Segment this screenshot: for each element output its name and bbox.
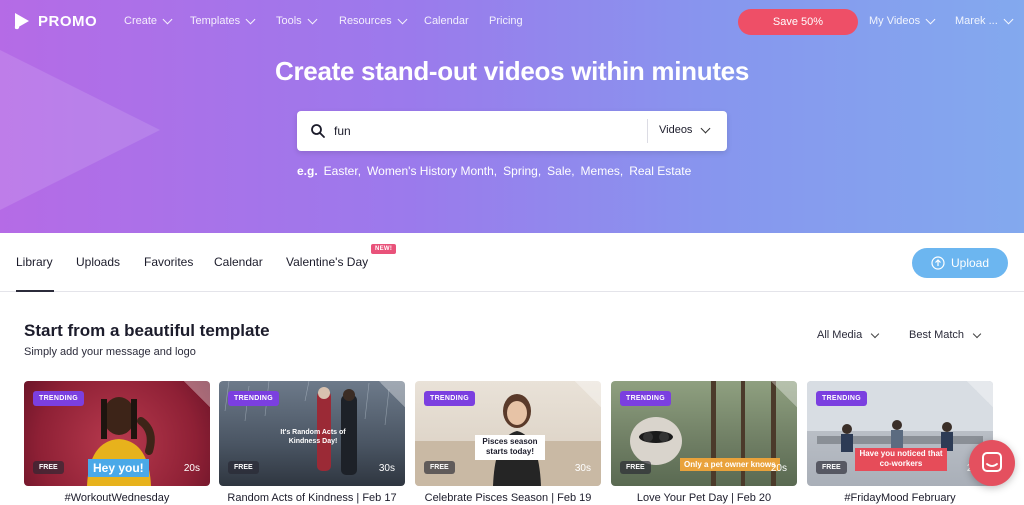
card-title[interactable]: #FridayMood February — [807, 492, 993, 504]
search-type-label: Videos — [659, 124, 693, 136]
template-card-friday[interactable]: TRENDING Have you noticed that co-worker… — [807, 381, 993, 486]
duration-label: 30s — [378, 463, 395, 474]
tab-favorites[interactable]: Favorites — [144, 255, 193, 269]
tab-valentines-day[interactable]: Valentine's Day — [286, 255, 368, 269]
brand-name: PROMO — [38, 12, 98, 30]
new-badge: NEW! — [371, 244, 397, 254]
my-videos-label: My Videos — [869, 15, 921, 27]
example-link[interactable]: Women's History Month, — [367, 164, 497, 178]
search-examples: e.g. Easter, Women's History Month, Spri… — [297, 164, 691, 178]
upload-button[interactable]: Upload — [912, 248, 1008, 278]
sort-select[interactable]: Best Match — [909, 329, 982, 341]
chevron-down-icon — [245, 14, 256, 24]
free-badge: FREE — [33, 461, 64, 474]
card-title[interactable]: Love Your Pet Day | Feb 20 — [611, 492, 797, 504]
duration-label: 20s — [183, 463, 200, 474]
nav-tools[interactable]: Tools — [276, 14, 318, 27]
card-title[interactable]: Random Acts of Kindness | Feb 17 — [219, 492, 405, 504]
trending-badge: TRENDING — [816, 391, 867, 406]
card-corner — [575, 381, 601, 407]
search-icon[interactable] — [310, 123, 326, 139]
nav-tools-label: Tools — [276, 15, 302, 27]
upload-arrow-icon — [931, 256, 945, 270]
chevron-down-icon — [162, 14, 173, 24]
chevron-down-icon — [397, 14, 408, 24]
my-videos-menu[interactable]: My Videos — [869, 14, 936, 27]
free-badge: FREE — [228, 461, 259, 474]
chevron-down-icon — [307, 14, 318, 24]
example-link[interactable]: Easter, — [324, 164, 361, 178]
tab-library[interactable]: Library — [16, 255, 53, 269]
trending-badge: TRENDING — [33, 391, 84, 406]
top-nav: PROMO Create Templates Tools Resources C… — [0, 0, 1024, 44]
card-corner — [771, 381, 797, 407]
card-corner — [967, 381, 993, 407]
example-link[interactable]: Spring, — [503, 164, 541, 178]
chevron-down-icon — [972, 329, 982, 338]
trending-badge: TRENDING — [620, 391, 671, 406]
library-tabs: Library Uploads Favorites Calendar Valen… — [0, 233, 1024, 292]
duration-label: 20s — [770, 463, 787, 474]
card-title[interactable]: #WorkoutWednesday — [24, 492, 210, 504]
hero-banner: PROMO Create Templates Tools Resources C… — [0, 0, 1024, 233]
card-overlay-text: It's Random Acts of Kindness Day! — [280, 429, 346, 445]
nav-calendar-label: Calendar — [424, 15, 469, 27]
nav-pricing-label: Pricing — [489, 15, 523, 27]
nav-resources[interactable]: Resources — [339, 14, 408, 27]
save-50-button[interactable]: Save 50% — [738, 9, 858, 35]
free-badge: FREE — [816, 461, 847, 474]
nav-create-label: Create — [124, 15, 158, 27]
nav-calendar[interactable]: Calendar — [424, 15, 469, 27]
search-type-select[interactable]: Videos — [659, 123, 711, 136]
chevron-down-icon — [925, 14, 936, 24]
chevron-down-icon — [1003, 14, 1014, 24]
template-card-pisces[interactable]: TRENDING Pisces season starts today! FRE… — [415, 381, 601, 486]
card-corner — [379, 381, 405, 407]
card-title[interactable]: Celebrate Pisces Season | Feb 19 — [415, 492, 601, 504]
upload-label: Upload — [950, 256, 990, 270]
card-overlay-text: Hey you! — [88, 459, 149, 477]
user-menu[interactable]: Marek ... — [955, 14, 1014, 27]
examples-prefix: e.g. — [297, 164, 318, 178]
template-card-kindness[interactable]: TRENDING It's Random Acts of Kindness Da… — [219, 381, 405, 486]
sort-label: Best Match — [909, 329, 965, 341]
card-overlay-text: Only a pet owner knows — [680, 458, 780, 471]
nav-templates-label: Templates — [190, 15, 241, 27]
search-divider — [647, 119, 648, 143]
template-card-workout[interactable]: TRENDING Hey you! FREE 20s — [24, 381, 210, 486]
nav-templates[interactable]: Templates — [190, 14, 256, 27]
nav-pricing[interactable]: Pricing — [489, 15, 523, 27]
template-card-pet[interactable]: TRENDING Only a pet owner knows FREE 20s — [611, 381, 797, 486]
trending-badge: TRENDING — [228, 391, 279, 406]
media-filter-select[interactable]: All Media — [817, 329, 880, 341]
free-badge: FREE — [620, 461, 651, 474]
tab-calendar[interactable]: Calendar — [214, 255, 263, 269]
card-overlay-text: Have you noticed that co-workers — [855, 448, 947, 471]
search-bar: Videos — [297, 111, 727, 151]
chat-widget-button[interactable] — [969, 440, 1015, 486]
active-tab-indicator — [16, 290, 54, 292]
media-filter-label: All Media — [817, 329, 863, 341]
card-corner — [184, 381, 210, 407]
play-logo-icon — [14, 13, 29, 30]
search-input[interactable] — [334, 119, 634, 143]
user-name-label: Marek ... — [955, 15, 998, 27]
example-link[interactable]: Memes, — [581, 164, 624, 178]
trending-badge: TRENDING — [424, 391, 475, 406]
example-link[interactable]: Sale, — [547, 164, 574, 178]
nav-resources-label: Resources — [339, 15, 392, 27]
card-overlay-text: Pisces season starts today! — [475, 435, 545, 460]
duration-label: 30s — [574, 463, 591, 474]
free-badge: FREE — [424, 461, 455, 474]
tab-uploads[interactable]: Uploads — [76, 255, 120, 269]
hero-title: Create stand-out videos within minutes — [275, 56, 749, 86]
chevron-down-icon — [700, 123, 711, 133]
section-subtitle: Simply add your message and logo — [24, 346, 196, 358]
section-title: Start from a beautiful template — [24, 321, 270, 340]
example-link[interactable]: Real Estate — [629, 164, 691, 178]
nav-create[interactable]: Create — [124, 14, 173, 27]
chevron-down-icon — [871, 329, 880, 338]
promo-logo[interactable]: PROMO — [12, 11, 97, 31]
chat-icon — [982, 452, 1002, 472]
